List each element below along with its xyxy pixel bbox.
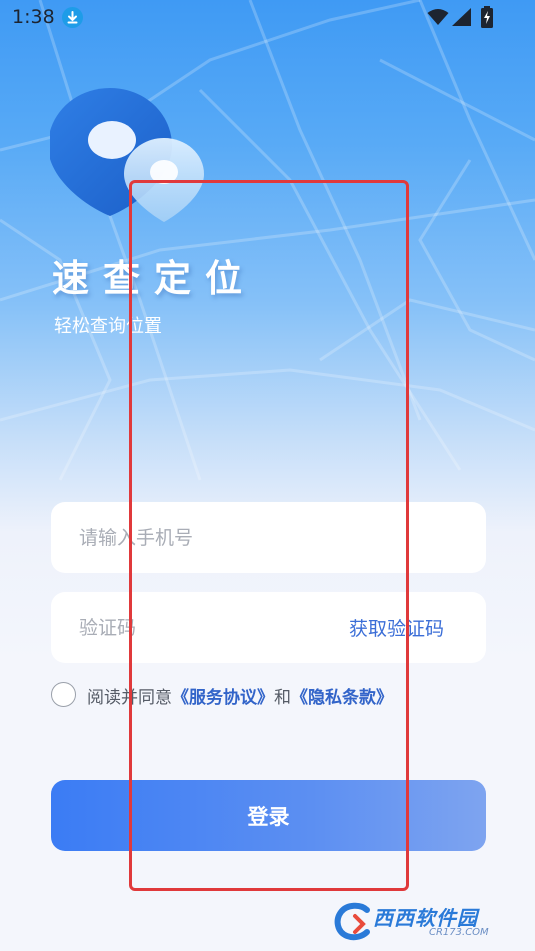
watermark-subtext: CR173.COM [429, 927, 489, 938]
download-icon [62, 7, 83, 28]
phone-input[interactable] [79, 502, 459, 573]
verification-code-field: 获取验证码 [51, 592, 486, 663]
login-button[interactable]: 登录 [51, 780, 486, 851]
signal-icon [452, 8, 471, 26]
verification-code-input[interactable] [79, 592, 319, 663]
agree-checkbox[interactable] [51, 682, 76, 707]
watermark-logo-icon [334, 902, 370, 941]
phone-field [51, 502, 486, 573]
service-agreement-link[interactable]: 《服务协议》 [172, 688, 274, 708]
app-title: 速查定位 [52, 257, 256, 300]
get-code-button[interactable]: 获取验证码 [349, 614, 444, 641]
battery-charging-icon [481, 6, 493, 28]
status-time: 1:38 [12, 6, 55, 28]
agree-and: 和 [274, 688, 291, 708]
privacy-policy-link[interactable]: 《隐私条款》 [291, 688, 393, 708]
agreement-text: 阅读并同意《服务协议》和《隐私条款》 [87, 683, 393, 708]
status-bar: 1:38 [0, 0, 535, 36]
location-pin-logo-icon [50, 88, 204, 222]
watermark: 西西软件园 CR173.COM [333, 900, 523, 946]
agree-prefix: 阅读并同意 [87, 688, 172, 708]
agreement-row: 阅读并同意《服务协议》和《隐私条款》 [51, 681, 491, 709]
app-subtitle: 轻松查询位置 [54, 316, 162, 337]
wifi-icon [427, 9, 449, 25]
